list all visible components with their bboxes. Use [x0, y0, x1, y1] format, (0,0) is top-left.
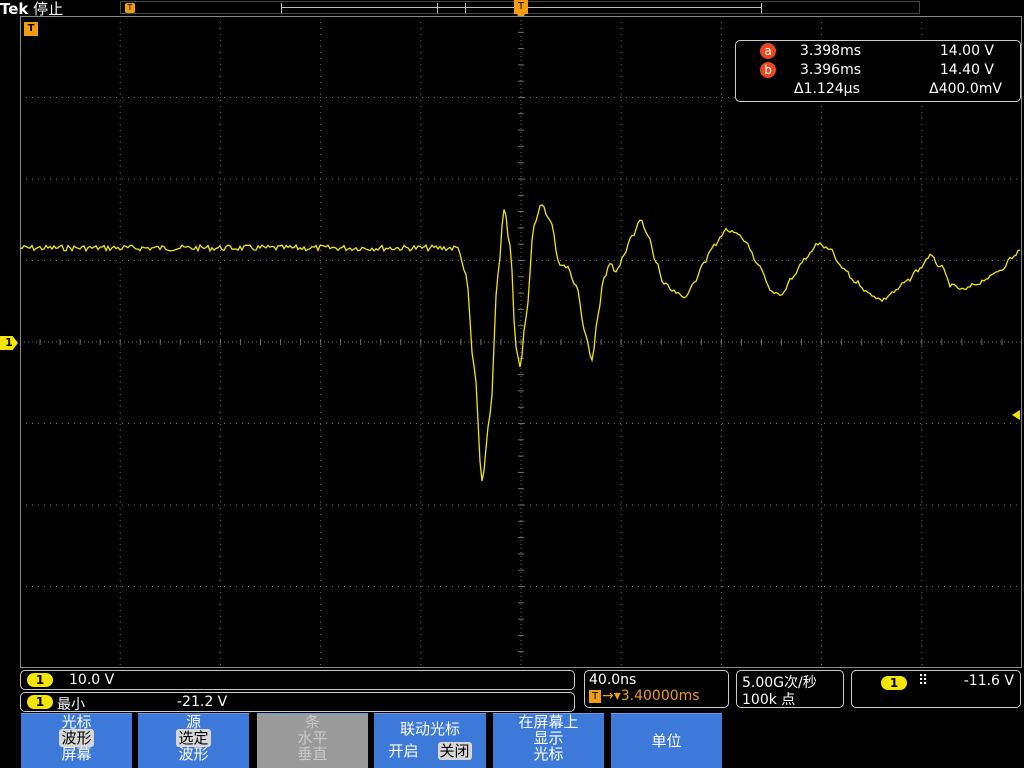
ch1-scale-value: 10.0 V	[69, 672, 115, 688]
cursor-b-icon: b	[760, 62, 776, 78]
cursor-delta-row: Δ1.124µs Δ400.0mV	[736, 81, 1020, 99]
menu-bars-button[interactable]: 条 水平 垂直	[257, 713, 368, 768]
trigger-position-marker[interactable]: T	[514, 0, 528, 14]
menu-label: 光标	[61, 713, 92, 731]
waveform-graticule[interactable]	[19, 15, 1023, 669]
timebase-trigger-icon: T	[589, 690, 601, 703]
menu-option: 水平	[297, 729, 328, 747]
cursor-b-row: b 3.396ms 14.40 V	[736, 62, 1020, 80]
menu-show-cursors-button[interactable]: 在屏幕上 显示 光标	[493, 713, 604, 768]
menu-label: 在屏幕上	[518, 713, 579, 731]
linked-cursors-on-option[interactable]: 开启	[388, 742, 418, 760]
trigger-readout[interactable]: 1 ⠿ -11.6 V	[851, 670, 1021, 708]
measurement-name: 最小	[57, 697, 85, 713]
cursor-delta-value: Δ400.0mV	[929, 81, 1002, 97]
trigger-source-badge: 1	[881, 676, 907, 690]
cursor-a-time: 3.398ms	[800, 43, 862, 59]
linked-cursors-off-option[interactable]: 关闭	[437, 742, 472, 760]
record-length: 100k 点	[742, 692, 796, 708]
timebase-position: →▾3.40000ms	[602, 688, 700, 704]
menu-label: 条	[304, 713, 320, 731]
menu-cursor-type-button[interactable]: 光标 波形 屏幕	[21, 713, 132, 768]
trigger-time-marker[interactable]: T	[24, 22, 38, 36]
status-bar: Tek 停止 T T	[0, 0, 1024, 18]
cursor-b-value: 14.40 V	[939, 62, 994, 78]
measurement-value: -21.2 V	[177, 694, 228, 710]
cursor-b-time: 3.396ms	[800, 62, 862, 78]
cursor-a-row: a 3.398ms 14.00 V	[736, 43, 1020, 61]
menu-source-button[interactable]: 源 选定 波形	[138, 713, 249, 768]
record-tick	[761, 3, 762, 13]
menu-units-button[interactable]: 单位	[611, 713, 722, 768]
rising-edge-icon: ⠿	[918, 673, 929, 689]
ch1-badge: 1	[27, 673, 53, 687]
menu-label: 显示	[533, 729, 564, 747]
cursor-readout: a 3.398ms 14.00 V b 3.396ms 14.40 V Δ1.1…	[735, 40, 1021, 102]
trigger-level-marker-icon[interactable]	[1012, 410, 1020, 420]
measurement-readout[interactable]: 1 最小 -21.2 V	[20, 692, 575, 713]
measurement-ch-badge: 1	[27, 695, 53, 709]
menu-label: 光标	[533, 745, 564, 763]
menu-option: 屏幕	[61, 745, 92, 763]
record-tick	[465, 3, 466, 13]
cursor-delta-time: Δ1.124µs	[794, 81, 860, 97]
menu-option: 波形	[178, 745, 209, 763]
timebase-readout[interactable]: 40.0ns T →▾3.40000ms	[584, 670, 729, 708]
record-tick	[437, 3, 438, 13]
record-tick	[281, 3, 282, 13]
ch1-scale-readout[interactable]: 1 10.0 V	[20, 670, 575, 690]
timebase-scale: 40.0ns	[589, 672, 637, 688]
cursor-a-icon: a	[760, 43, 776, 59]
menu-label: 联动光标	[399, 720, 460, 738]
record-trigger-marker: T	[125, 3, 135, 13]
trigger-level: -11.6 V	[963, 673, 1014, 689]
ch1-ground-marker[interactable]: 1	[0, 336, 18, 350]
acquisition-readout[interactable]: 5.00G次/秒 100k 点	[736, 670, 844, 708]
menu-linked-cursors-button[interactable]: 联动光标 开启 关闭	[374, 713, 486, 768]
menu-label: 单位	[651, 732, 682, 750]
menu-label: 源	[185, 713, 201, 731]
grid-lines	[19, 15, 1023, 669]
graticule-svg	[19, 15, 1023, 669]
menu-option: 垂直	[297, 745, 328, 763]
cursor-a-value: 14.00 V	[939, 43, 994, 59]
